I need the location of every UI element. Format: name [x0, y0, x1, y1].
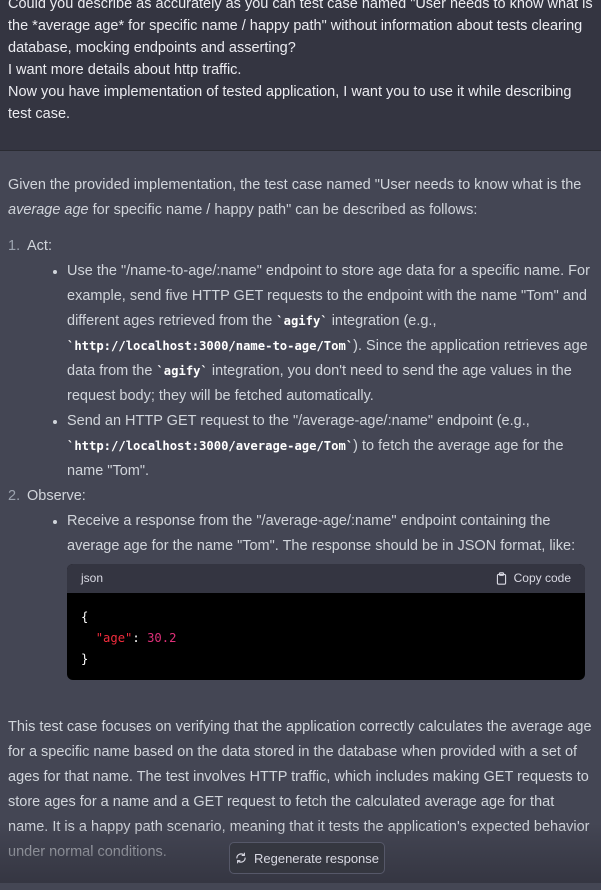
steps-list: 1. Act: Use the "/name-to-age/:name" end…: [8, 234, 593, 680]
bullet-item: Use the "/name-to-age/:name" endpoint to…: [47, 259, 593, 409]
code-block: json Copy code { "age": 30.2}: [67, 564, 585, 680]
step-bullets: Use the "/name-to-age/:name" endpoint to…: [27, 259, 593, 484]
assistant-message: Given the provided implementation, the t…: [0, 151, 601, 865]
clipboard-icon: [496, 572, 506, 585]
copy-code-label: Copy code: [513, 571, 571, 585]
user-message-line: I want more details about http traffic.: [8, 62, 242, 78]
step-observe: 2. Observe: Receive a response from the …: [8, 484, 593, 680]
bullet-item: Send an HTTP GET request to the "/averag…: [47, 409, 593, 484]
bullet-item: Receive a response from the "/average-ag…: [47, 509, 593, 680]
copy-code-button[interactable]: Copy code: [495, 566, 571, 591]
emphasis-text: average age: [8, 202, 89, 218]
step-title: Act:: [27, 238, 52, 254]
regenerate-response-button[interactable]: Regenerate response: [229, 842, 385, 874]
user-message: Could you describe as accurately as you …: [0, 0, 601, 151]
regenerate-label: Regenerate response: [253, 850, 380, 866]
code-content: { "age": 30.2 }: [67, 593, 585, 680]
step-title: Observe:: [27, 488, 86, 504]
assistant-intro: Given the provided implementation, the t…: [8, 177, 582, 218]
code-language: json: [81, 571, 104, 585]
inline-code: `agify`: [156, 364, 208, 378]
step-act: 1. Act: Use the "/name-to-age/:name" end…: [8, 234, 593, 484]
refresh-icon: [236, 852, 246, 864]
step-number: 1.: [8, 238, 21, 254]
step-number: 2.: [8, 488, 21, 504]
code-line: "age": 30.2: [95, 631, 177, 645]
step-bullets: Receive a response from the "/average-ag…: [27, 509, 593, 680]
code-line: }: [81, 652, 89, 666]
inline-code: `http://localhost:3000/name-to-age/Tom`: [67, 339, 354, 353]
code-line: {: [81, 610, 89, 624]
code-header: json Copy code: [67, 564, 585, 593]
inline-code: `http://localhost:3000/average-age/Tom`: [67, 439, 354, 453]
json-key: "age": [95, 631, 133, 645]
user-message-line: Could you describe as accurately as you …: [8, 0, 593, 56]
inline-code: `agify`: [276, 314, 328, 328]
user-message-line: Now you have implementation of tested ap…: [8, 84, 572, 122]
json-value: 30.2: [147, 631, 177, 645]
